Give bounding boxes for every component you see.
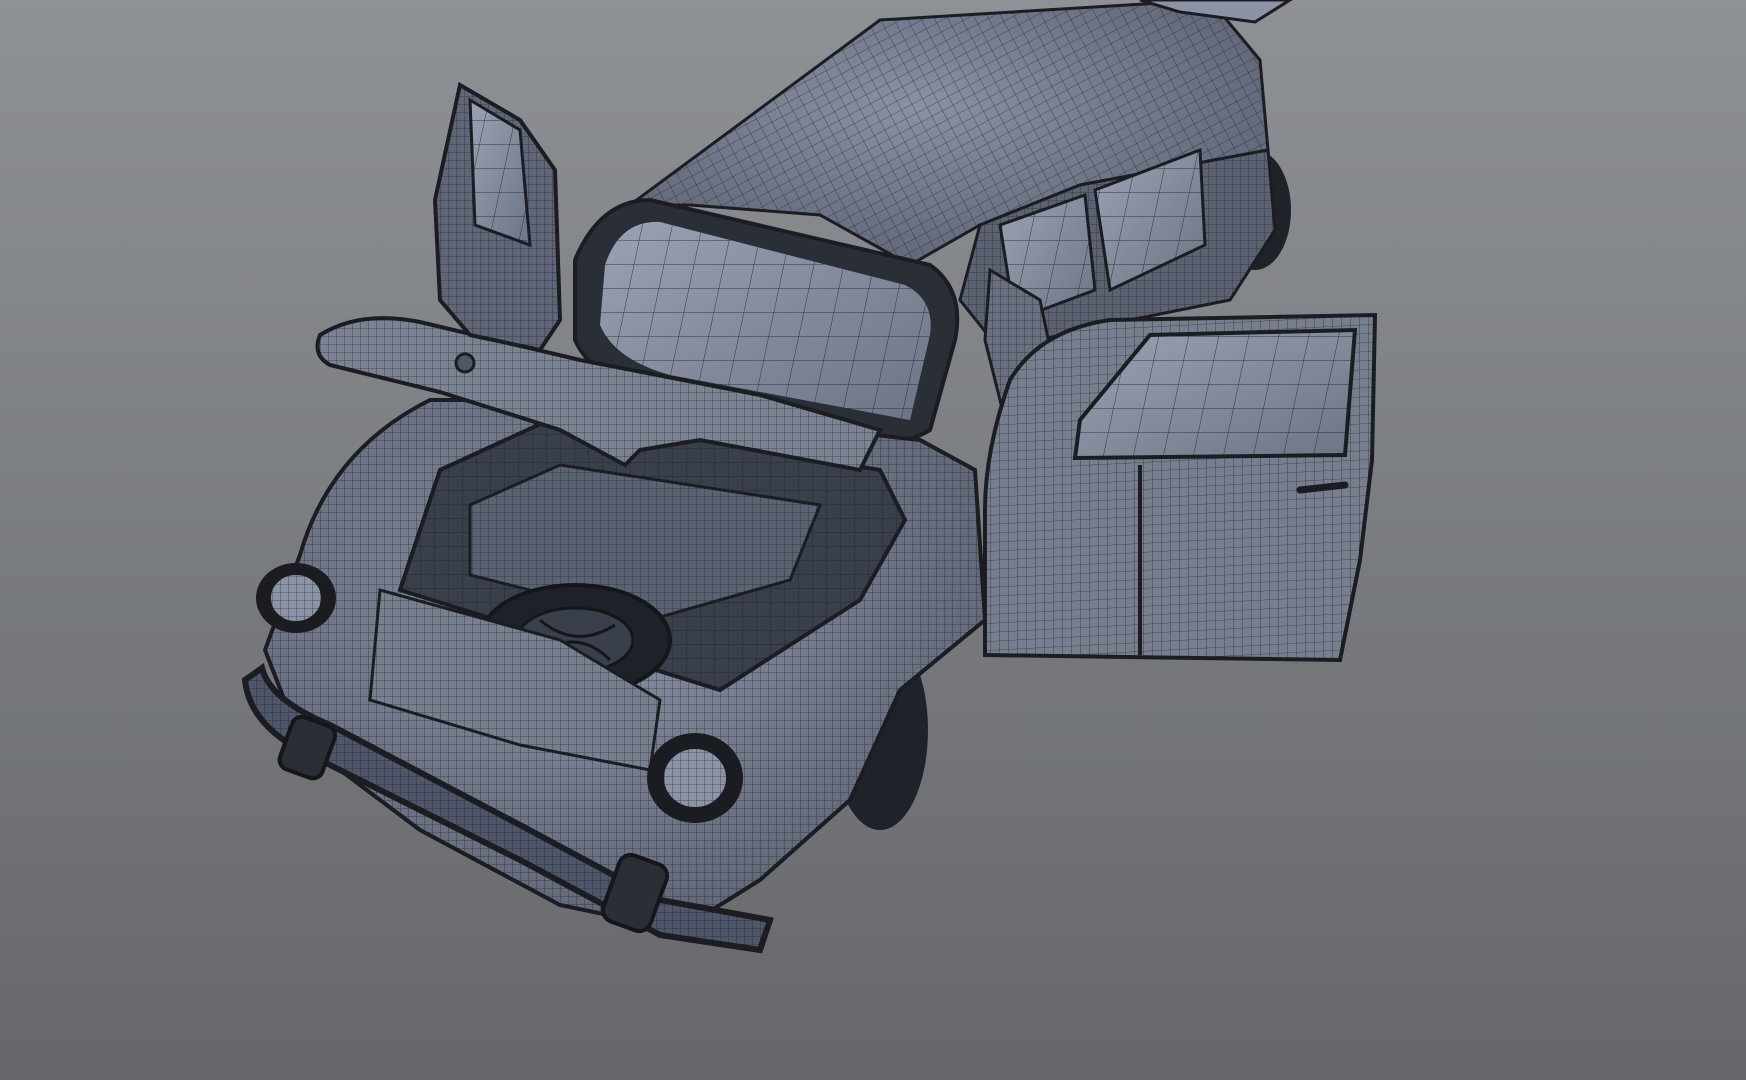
hood-emblem: [454, 352, 476, 374]
right-headlight: [647, 733, 743, 823]
left-headlight: [256, 563, 336, 633]
3d-viewport[interactable]: [0, 0, 1746, 1080]
front-right-door-open: [983, 312, 1378, 663]
scene-canvas[interactable]: [0, 0, 1746, 1080]
door-handle: [1296, 481, 1349, 494]
